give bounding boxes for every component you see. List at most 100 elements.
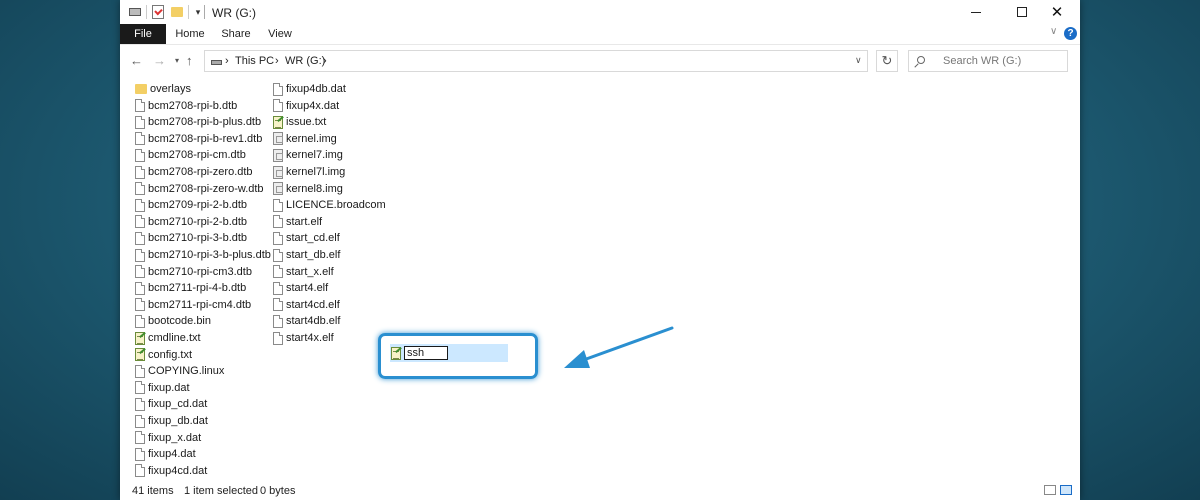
list-item[interactable]: fixup.dat bbox=[135, 380, 190, 396]
customize-toolbar-icon[interactable]: ▾ bbox=[194, 5, 202, 19]
list-item[interactable]: kernel7l.img bbox=[273, 164, 345, 180]
file-explorer-window: ▾ WR (G:) ✕ File Home Share View ∨ ? ← →… bbox=[120, 0, 1080, 500]
search-input[interactable]: Search WR (G:) bbox=[908, 50, 1068, 72]
list-item[interactable]: bcm2708-rpi-cm.dtb bbox=[135, 147, 246, 163]
list-item[interactable]: fixup_x.dat bbox=[135, 430, 201, 446]
list-item-label: LICENCE.broadcom bbox=[286, 199, 386, 212]
list-item[interactable]: config.txt bbox=[135, 347, 192, 363]
recent-locations-icon[interactable]: ▾ bbox=[175, 56, 179, 65]
list-item[interactable]: LICENCE.broadcom bbox=[273, 197, 386, 213]
list-item[interactable]: COPYING.linux bbox=[135, 363, 224, 379]
refresh-button[interactable]: ↻ bbox=[876, 50, 898, 72]
list-item[interactable]: kernel7.img bbox=[273, 147, 343, 163]
list-item[interactable]: bootcode.bin bbox=[135, 313, 211, 329]
list-item[interactable]: issue.txt bbox=[273, 114, 326, 130]
text-file-icon bbox=[135, 348, 145, 362]
file-icon bbox=[273, 198, 283, 212]
list-item[interactable]: start_cd.elf bbox=[273, 230, 340, 246]
list-item[interactable]: start_db.elf bbox=[273, 247, 340, 263]
item-count: 41 items bbox=[132, 485, 174, 497]
list-item[interactable]: fixup_cd.dat bbox=[135, 396, 207, 412]
list-item[interactable]: cmdline.txt bbox=[135, 330, 201, 346]
drive-icon[interactable] bbox=[129, 5, 141, 19]
list-item-label: cmdline.txt bbox=[148, 332, 201, 344]
breadcrumb-chevron-icon[interactable]: › bbox=[275, 55, 279, 67]
list-item-label: fixup_x.dat bbox=[148, 431, 202, 444]
list-item[interactable]: kernel.img bbox=[273, 131, 337, 147]
list-item[interactable]: start_x.elf bbox=[273, 264, 334, 280]
list-item[interactable]: start4x.elf bbox=[273, 330, 334, 346]
toolbar-divider bbox=[204, 5, 205, 19]
list-item[interactable]: bcm2710-rpi-2-b.dtb bbox=[135, 214, 247, 230]
file-icon bbox=[135, 115, 145, 129]
address-bar[interactable]: › This PC › WR (G:) › ∨ bbox=[204, 50, 868, 72]
list-item-label: bcm2710-rpi-3-b-plus.dtb bbox=[148, 249, 271, 261]
toolbar-divider bbox=[188, 5, 189, 19]
list-item[interactable]: overlays bbox=[135, 81, 191, 97]
list-item[interactable]: bcm2708-rpi-zero-w.dtb bbox=[135, 181, 264, 197]
breadcrumb-this-pc[interactable]: This PC bbox=[235, 55, 274, 67]
list-item[interactable]: bcm2709-rpi-2-b.dtb bbox=[135, 197, 247, 213]
back-button[interactable]: ← bbox=[130, 53, 143, 68]
list-item[interactable]: bcm2708-rpi-zero.dtb bbox=[135, 164, 253, 180]
list-item-label: kernel8.img bbox=[286, 182, 343, 195]
file-icon bbox=[135, 231, 145, 245]
image-file-icon bbox=[273, 148, 283, 162]
list-item[interactable]: bcm2710-rpi-cm3.dtb bbox=[135, 264, 252, 280]
new-folder-icon[interactable] bbox=[171, 5, 183, 19]
tab-file[interactable]: File bbox=[120, 24, 166, 44]
list-item[interactable]: bcm2708-rpi-b.dtb bbox=[135, 98, 237, 114]
list-item[interactable]: fixup4.dat bbox=[135, 446, 196, 462]
search-icon bbox=[917, 56, 925, 64]
selection-count: 1 item selected bbox=[184, 485, 258, 497]
large-icons-view-icon[interactable] bbox=[1060, 485, 1072, 495]
breadcrumb-drive[interactable]: WR (G:) bbox=[285, 55, 325, 67]
list-item-label: kernel7l.img bbox=[286, 166, 346, 178]
maximize-icon bbox=[1017, 7, 1027, 17]
minimize-icon bbox=[971, 11, 981, 13]
tab-home[interactable]: Home bbox=[168, 24, 212, 44]
list-item[interactable]: fixup4cd.dat bbox=[135, 463, 207, 479]
file-icon bbox=[135, 464, 145, 478]
selection-size: 0 bytes bbox=[260, 485, 296, 497]
file-icon bbox=[273, 99, 283, 113]
list-item[interactable]: fixup4db.dat bbox=[273, 81, 346, 97]
list-item[interactable]: bcm2710-rpi-3-b-plus.dtb bbox=[135, 247, 271, 263]
list-item-label: bcm2710-rpi-cm3.dtb bbox=[148, 265, 252, 278]
tab-share[interactable]: Share bbox=[214, 24, 258, 44]
list-item[interactable]: bcm2711-rpi-cm4.dtb bbox=[135, 297, 251, 313]
list-item-label: start4db.elf bbox=[286, 315, 341, 328]
list-item[interactable]: start4.elf bbox=[273, 280, 328, 296]
list-item[interactable]: bcm2708-rpi-b-rev1.dtb bbox=[135, 131, 262, 147]
close-button[interactable]: ✕ bbox=[1034, 0, 1080, 24]
file-icon bbox=[273, 265, 283, 279]
list-item[interactable]: bcm2710-rpi-3-b.dtb bbox=[135, 230, 247, 246]
file-icon bbox=[273, 281, 283, 295]
forward-button[interactable]: → bbox=[153, 53, 166, 68]
expand-ribbon-icon[interactable]: ∨ bbox=[1050, 26, 1057, 37]
file-icon bbox=[273, 215, 283, 229]
help-icon[interactable]: ? bbox=[1064, 27, 1077, 40]
list-item-label: bcm2711-rpi-cm4.dtb bbox=[148, 298, 252, 311]
tab-view[interactable]: View bbox=[260, 24, 300, 44]
list-item-label: bcm2710-rpi-2-b.dtb bbox=[148, 215, 248, 228]
list-item-label: fixup4cd.dat bbox=[148, 464, 208, 477]
list-item[interactable]: start.elf bbox=[273, 214, 322, 230]
list-item[interactable]: start4db.elf bbox=[273, 313, 340, 329]
details-view-icon[interactable] bbox=[1044, 485, 1056, 495]
chevron-down-icon[interactable]: ∨ bbox=[855, 55, 862, 66]
up-button[interactable]: ↑ bbox=[186, 53, 193, 68]
list-item[interactable]: fixup_db.dat bbox=[135, 413, 208, 429]
list-item[interactable]: bcm2711-rpi-4-b.dtb bbox=[135, 280, 246, 296]
list-item[interactable]: bcm2708-rpi-b-plus.dtb bbox=[135, 114, 261, 130]
image-file-icon bbox=[273, 182, 283, 196]
list-item[interactable]: start4cd.elf bbox=[273, 297, 340, 313]
breadcrumb-chevron-icon[interactable]: › bbox=[323, 55, 327, 67]
breadcrumb-chevron-icon[interactable]: › bbox=[225, 55, 229, 67]
properties-icon[interactable] bbox=[152, 5, 164, 19]
list-item[interactable]: kernel8.img bbox=[273, 181, 343, 197]
minimize-button[interactable] bbox=[953, 0, 999, 24]
window-title: WR (G:) bbox=[212, 6, 256, 20]
list-item[interactable]: fixup4x.dat bbox=[273, 98, 339, 114]
list-item-label: fixup_db.dat bbox=[148, 415, 208, 427]
